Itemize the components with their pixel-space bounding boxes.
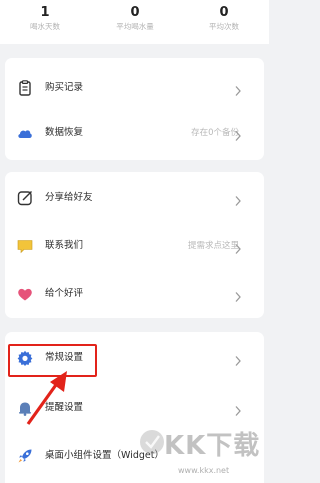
menu-item-data-restore[interactable]: 数据恢复 存在0个备份	[5, 113, 264, 153]
contact-hint: 提需求点这里	[187, 241, 239, 251]
cloud-icon	[16, 124, 34, 142]
menu-item-purchase-history[interactable]: 购买记录	[5, 68, 264, 108]
chevron-right-icon	[234, 288, 242, 302]
menu-item-label: 给个好评	[45, 288, 84, 299]
chevron-right-icon	[234, 127, 242, 141]
arrow-annotation-icon	[26, 371, 67, 425]
stat-label: 喝水天数	[30, 22, 60, 31]
menu-item-label: 分享给好友	[45, 192, 93, 203]
share-edit-icon	[16, 189, 34, 207]
menu-item-label: 联系我们	[45, 240, 84, 251]
chevron-right-icon	[234, 352, 242, 366]
menu-item-share[interactable]: 分享给好友	[5, 178, 264, 218]
menu-item-rate[interactable]: 给个好评	[5, 274, 264, 314]
stats-bar: 1 喝水天数 0 平均喝水量 0 平均次数	[0, 0, 269, 44]
card-purchases: 购买记录 数据恢复 存在0个备份	[5, 58, 264, 160]
chevron-right-icon	[234, 402, 242, 416]
message-icon	[16, 237, 34, 255]
watermark-url: www.kkx.net	[178, 466, 230, 475]
chevron-right-icon	[234, 82, 242, 96]
chevron-right-icon	[234, 240, 242, 254]
clipboard-icon	[16, 79, 34, 97]
stat-avg-count: 0 平均次数	[179, 0, 269, 32]
watermark-brand: KK下载	[164, 431, 261, 461]
card-social: 分享给好友 联系我们 提需求点这里 给个好评	[5, 172, 264, 318]
stat-value: 0	[130, 5, 140, 20]
menu-item-contact[interactable]: 联系我们 提需求点这里	[5, 226, 264, 266]
stat-drink-days: 1 喝水天数	[0, 0, 90, 32]
menu-item-label: 数据恢复	[45, 127, 84, 138]
menu-item-label: 购买记录	[45, 82, 84, 93]
rocket-icon	[16, 447, 34, 465]
stat-value: 1	[40, 5, 50, 20]
heart-icon	[16, 285, 34, 303]
stat-avg-volume: 0 平均喝水量	[90, 0, 180, 32]
chevron-right-icon	[234, 192, 242, 206]
stat-value: 0	[219, 5, 229, 20]
backup-count-hint: 存在0个备份	[191, 128, 239, 138]
stat-label: 平均喝水量	[116, 22, 154, 31]
stat-label: 平均次数	[209, 22, 239, 31]
